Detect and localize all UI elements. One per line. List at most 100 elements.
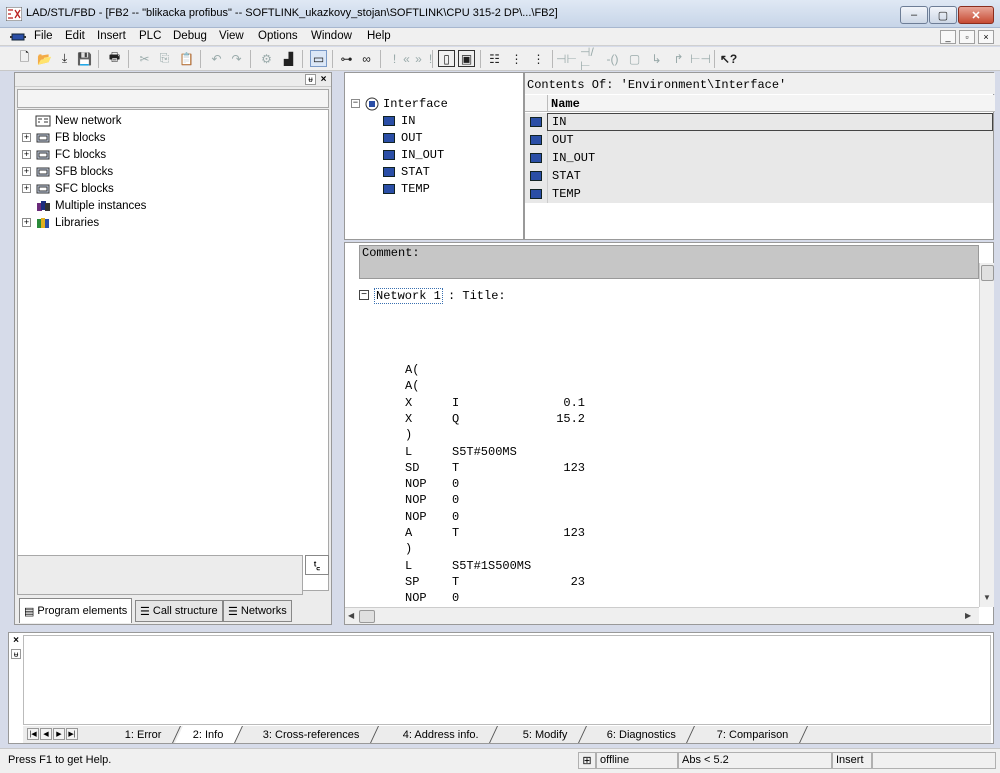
expand-icon[interactable]: + [22,184,31,193]
undo-icon[interactable]: ↶ [208,50,225,67]
contents-row-in-out[interactable]: IN_OUT [525,149,993,167]
tab-comparison[interactable]: 7: Comparison [699,726,808,743]
contents-row-out[interactable]: OUT [525,131,993,149]
close-branch-alt-icon[interactable]: ↱ [670,50,687,67]
monitor-icon[interactable]: ▟ [280,50,297,67]
tab-error[interactable]: 1: Error [107,726,181,743]
expand-icon[interactable]: + [22,133,31,142]
contents-row-stat[interactable]: STAT [525,167,993,185]
menu-edit[interactable]: Edit [65,30,85,42]
new-network-icon[interactable]: ☷ [486,50,503,67]
normally-closed-icon[interactable]: ⊣/⊢ [580,45,597,73]
coil-icon[interactable]: -() [604,50,621,67]
expand-icon[interactable]: + [22,218,31,227]
normally-open-icon[interactable]: ⊣⊢ [556,50,577,67]
redo-icon[interactable]: ↷ [228,50,245,67]
tree-item-libraries[interactable]: + Libraries [22,214,99,231]
tab-diagnostics[interactable]: 6: Diagnostics [589,726,696,743]
tree-item-fc-blocks[interactable]: + FC blocks [22,146,106,163]
accessible-nodes-icon[interactable]: ⚙ [258,50,275,67]
tab-address-info[interactable]: 4: Address info. [385,726,498,743]
menu-debug[interactable]: Debug [173,30,207,42]
last-icon[interactable]: ! [422,50,439,67]
scroll-thumb[interactable] [359,610,375,623]
network-label[interactable]: Network 1 [374,288,443,304]
tab-modify[interactable]: 5: Modify [505,726,587,743]
paste-icon[interactable]: 📋 [178,50,195,67]
scroll-down-icon[interactable]: ▼ [983,593,991,602]
filter-icon[interactable]: ᵗ꜀ [305,555,329,575]
tree-item-fb-blocks[interactable]: + FB blocks [22,129,106,146]
mdi-minimize-button[interactable]: _ [940,30,956,44]
empty-box-icon[interactable]: ▢ [626,50,643,67]
mdi-restore-button[interactable]: ▫ [959,30,975,44]
close-icon[interactable]: × [11,635,21,646]
open-branch-icon[interactable]: ↳ [648,50,665,67]
menu-file[interactable]: File [34,30,53,42]
tab-networks[interactable]: ☰ Networks [223,600,292,622]
menu-window[interactable]: Window [311,30,352,42]
scroll-left-icon[interactable]: ◀ [348,611,354,620]
close-button[interactable]: ✕ [958,6,994,24]
scroll-right-icon[interactable]: ▶ [965,611,971,620]
tab-info[interactable]: 2: Info [175,726,243,743]
help-pointer-icon[interactable]: ↖? [720,50,737,67]
horizontal-scrollbar[interactable]: ◀ ▶ [345,607,979,624]
contents-row-in[interactable]: IN [525,113,993,131]
overview-toggle-icon[interactable]: ▭ [310,50,327,67]
tab-last-icon[interactable]: ▶| [66,728,78,740]
interface-item-out[interactable]: OUT [383,129,423,146]
pin-icon[interactable]: ᵾ [11,649,21,659]
tree-item-new-network[interactable]: New network [22,112,121,129]
tree-item-multiple-instances[interactable]: Multiple instances [22,197,146,214]
tab-program-elements[interactable]: ▤ Program elements [19,598,133,623]
tab-next-icon[interactable]: ▶ [53,728,65,740]
interface-item-stat[interactable]: STAT [383,163,430,180]
contents-row-temp[interactable]: TEMP [525,185,993,203]
maximize-button[interactable]: ▢ [929,6,957,24]
interface-item-temp[interactable]: TEMP [383,180,430,197]
minimize-button[interactable]: – [900,6,928,24]
interface-item-in-out[interactable]: IN_OUT [383,146,444,163]
print-icon[interactable]: 🖶 [106,50,123,67]
document-icon[interactable] [10,31,26,43]
vertical-scrollbar[interactable]: ▼ [979,263,994,607]
interface-root[interactable]: − Interface [351,95,448,112]
expand-icon[interactable]: + [22,167,31,176]
column-header-name[interactable]: Name [547,95,993,112]
tab-call-structure[interactable]: ☰ Call structure [135,600,223,622]
new-file-icon[interactable]: 🗋 [16,50,33,67]
collapse-icon[interactable]: − [351,99,360,108]
tree-item-sfb-blocks[interactable]: + SFB blocks [22,163,113,180]
download-icon[interactable]: ⤓ [56,50,73,67]
tree-item-sfc-blocks[interactable]: + SFC blocks [22,180,114,197]
tab-cross-references[interactable]: 3: Cross-references [245,726,379,743]
close-branch-icon[interactable]: ⋮ [530,50,547,67]
tab-prev-icon[interactable]: ◀ [40,728,52,740]
menu-plc[interactable]: PLC [139,30,161,42]
save-icon[interactable]: 💾 [76,50,93,67]
branch-icon[interactable]: ⋮ [508,50,525,67]
menu-options[interactable]: Options [258,30,298,42]
menu-insert[interactable]: Insert [97,30,126,42]
cut-icon[interactable]: ✂ [136,50,153,67]
block-comment[interactable]: Comment: [359,245,979,279]
tab-first-icon[interactable]: |◀ [27,728,39,740]
scroll-thumb[interactable] [981,265,994,281]
layout-single-icon[interactable]: ▯ [438,50,455,67]
network-view-icon[interactable]: ⊶ [338,50,355,67]
interface-item-in[interactable]: IN [383,112,415,129]
open-folder-icon[interactable]: 📂 [36,50,53,67]
layout-image-icon[interactable]: ▣ [458,50,475,67]
mdi-close-button[interactable]: × [978,30,994,44]
close-icon[interactable]: × [318,74,329,85]
menu-help[interactable]: Help [367,30,391,42]
connection-icon[interactable]: ⊢⊣ [690,50,711,67]
pin-icon[interactable]: ᵾ [305,74,316,85]
glasses-icon[interactable]: ∞ [358,50,375,67]
expand-icon[interactable]: + [22,150,31,159]
copy-icon[interactable]: ⎘ [156,50,173,67]
network-collapse-icon[interactable]: − [359,290,369,300]
element-field[interactable] [17,89,329,108]
network-title[interactable]: : Title: [448,289,506,303]
